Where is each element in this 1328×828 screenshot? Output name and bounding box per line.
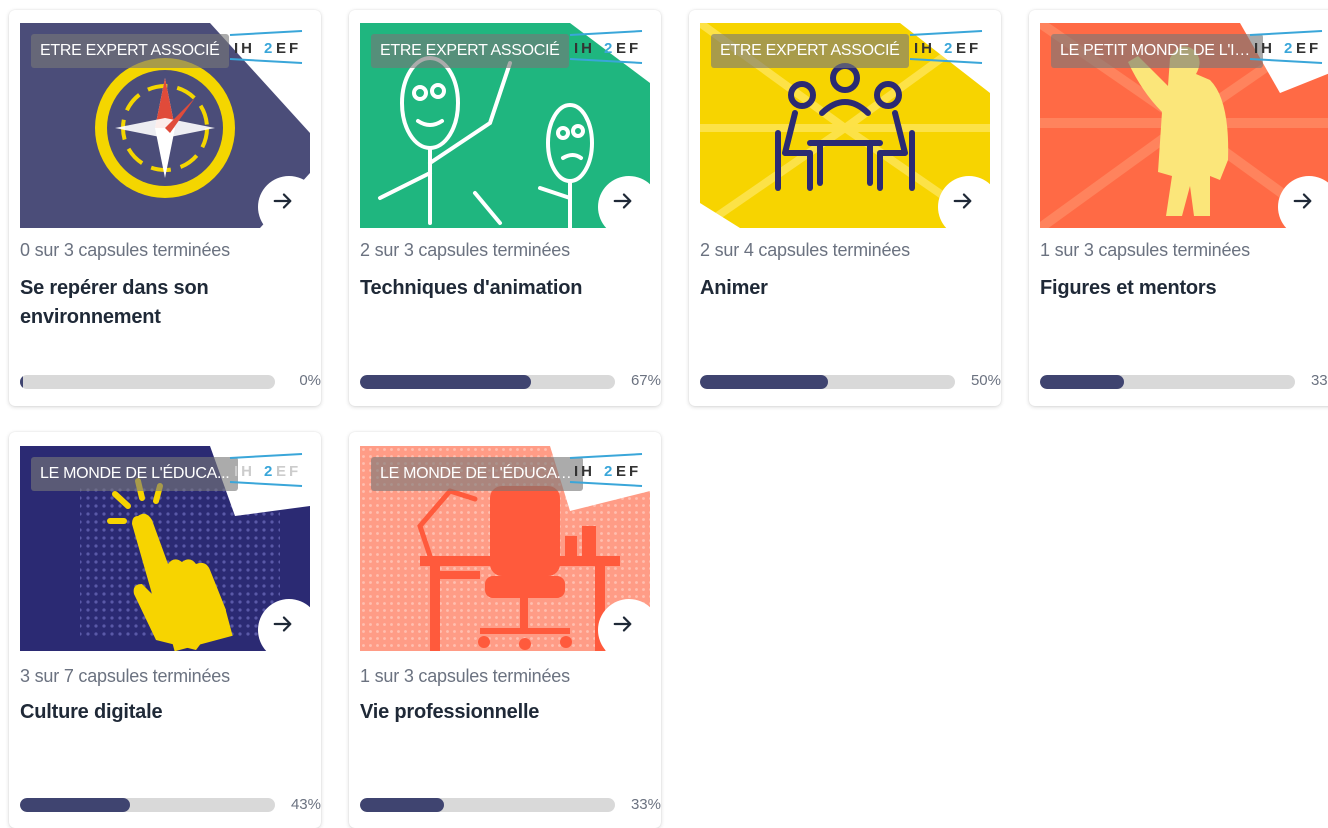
svg-text:2: 2 [604, 40, 612, 57]
svg-text:EF: EF [616, 40, 641, 57]
course-title: Se repérer dans son environnement [20, 277, 209, 328]
progress-bar [360, 798, 615, 812]
arrow-right-icon [953, 193, 972, 209]
arrow-right-icon [273, 193, 292, 209]
course-card-3[interactable]: ETRE EXPERT ASSOCIÉ IH 2 EF 2 sur 4 caps… [689, 10, 1001, 406]
arrow-right-icon [613, 616, 632, 632]
course-title: Figures et mentors [1040, 277, 1217, 299]
course-thumbnail: ETRE EXPERT ASSOCIÉ IH 2 EF [20, 23, 310, 228]
course-card-5[interactable]: LE MONDE DE L'ÉDUCA... IH 2 EF 3 sur 7 c… [9, 432, 321, 828]
course-thumbnail: ETRE EXPERT ASSOCIÉ IH 2 EF [360, 23, 650, 228]
course-title: Animer [700, 277, 768, 299]
svg-text:2: 2 [264, 40, 272, 57]
svg-text:IH: IH [574, 463, 595, 480]
category-tag: ETRE EXPERT ASSOCIÉ [711, 34, 909, 68]
progress-fill [700, 375, 828, 389]
progress-percent: 50% [970, 372, 1001, 389]
progress-fill [20, 798, 130, 812]
svg-text:2: 2 [604, 463, 612, 480]
svg-text:IH: IH [914, 40, 935, 57]
ih2ef-logo: IH 2 EF [569, 453, 643, 487]
capsules-progress-text: 2 sur 4 capsules terminées [700, 240, 910, 260]
progress-bar [20, 375, 275, 389]
svg-text:EF: EF [1296, 40, 1321, 57]
arrow-right-icon [613, 193, 632, 209]
progress-bar [360, 375, 615, 389]
svg-text:2: 2 [944, 40, 952, 57]
ih2ef-logo: IH 2 EF [1249, 30, 1323, 64]
progress-fill [1040, 375, 1125, 389]
svg-text:IH: IH [1254, 40, 1275, 57]
svg-text:2: 2 [1284, 40, 1292, 57]
capsules-progress-text: 2 sur 3 capsules terminées [360, 240, 570, 260]
category-tag: LE MONDE DE L'ÉDUCATION [371, 457, 583, 491]
capsules-progress-text: 1 sur 3 capsules terminées [360, 666, 570, 686]
course-card-6[interactable]: LE MONDE DE L'ÉDUCATION IH 2 EF 1 sur 3 … [349, 432, 661, 828]
course-thumbnail: LE PETIT MONDE DE L'IH2EF IH 2 EF [1040, 23, 1328, 228]
svg-text:2: 2 [264, 463, 272, 480]
course-card-1[interactable]: ETRE EXPERT ASSOCIÉ IH 2 EF 0 sur 3 caps… [9, 10, 321, 406]
progress-bar [1040, 375, 1295, 389]
category-tag: LE MONDE DE L'ÉDUCA... [31, 457, 239, 491]
capsules-progress-text: 0 sur 3 capsules terminées [20, 240, 230, 260]
progress-percent: 33% [1310, 372, 1328, 389]
svg-text:IH: IH [234, 463, 255, 480]
course-thumbnail: LE MONDE DE L'ÉDUCATION IH 2 EF [360, 446, 650, 651]
arrow-right-icon [273, 616, 292, 632]
capsules-progress-text: 3 sur 7 capsules terminées [20, 666, 230, 686]
course-thumbnail: ETRE EXPERT ASSOCIÉ IH 2 EF [700, 23, 990, 228]
progress-fill [360, 375, 531, 389]
category-tag: LE PETIT MONDE DE L'IH2EF [1051, 34, 1263, 68]
category-tag: ETRE EXPERT ASSOCIÉ [371, 34, 569, 68]
svg-text:EF: EF [276, 40, 301, 57]
svg-text:IH: IH [574, 40, 595, 57]
course-title: Vie professionnelle [360, 701, 540, 723]
svg-text:IH: IH [234, 40, 255, 57]
progress-fill [360, 798, 445, 812]
arrow-right-icon [1293, 193, 1312, 209]
svg-text:EF: EF [616, 463, 641, 480]
progress-percent: 0% [299, 372, 321, 389]
progress-bar [700, 375, 955, 389]
course-thumbnail: LE MONDE DE L'ÉDUCA... IH 2 EF [20, 446, 310, 651]
svg-text:EF: EF [956, 40, 981, 57]
ih2ef-logo: IH 2 EF [569, 30, 643, 64]
progress-bar [20, 798, 275, 812]
progress-percent: 33% [630, 796, 661, 813]
progress-fill [20, 375, 23, 389]
course-card-2[interactable]: ETRE EXPERT ASSOCIÉ IH 2 EF 2 sur 3 caps… [349, 10, 661, 406]
capsules-progress-text: 1 sur 3 capsules terminées [1040, 240, 1250, 260]
svg-text:EF: EF [276, 463, 301, 480]
progress-percent: 67% [630, 372, 661, 389]
course-card-4[interactable]: LE PETIT MONDE DE L'IH2EF IH 2 EF 1 sur … [1029, 10, 1328, 406]
category-tag: ETRE EXPERT ASSOCIÉ [31, 34, 229, 68]
course-title: Culture digitale [20, 701, 163, 723]
progress-percent: 43% [290, 796, 321, 813]
ih2ef-logo: IH 2 EF [229, 453, 303, 487]
ih2ef-logo: IH 2 EF [909, 30, 983, 64]
course-title: Techniques d'animation [360, 277, 583, 299]
ih2ef-logo: IH 2 EF [229, 30, 303, 64]
